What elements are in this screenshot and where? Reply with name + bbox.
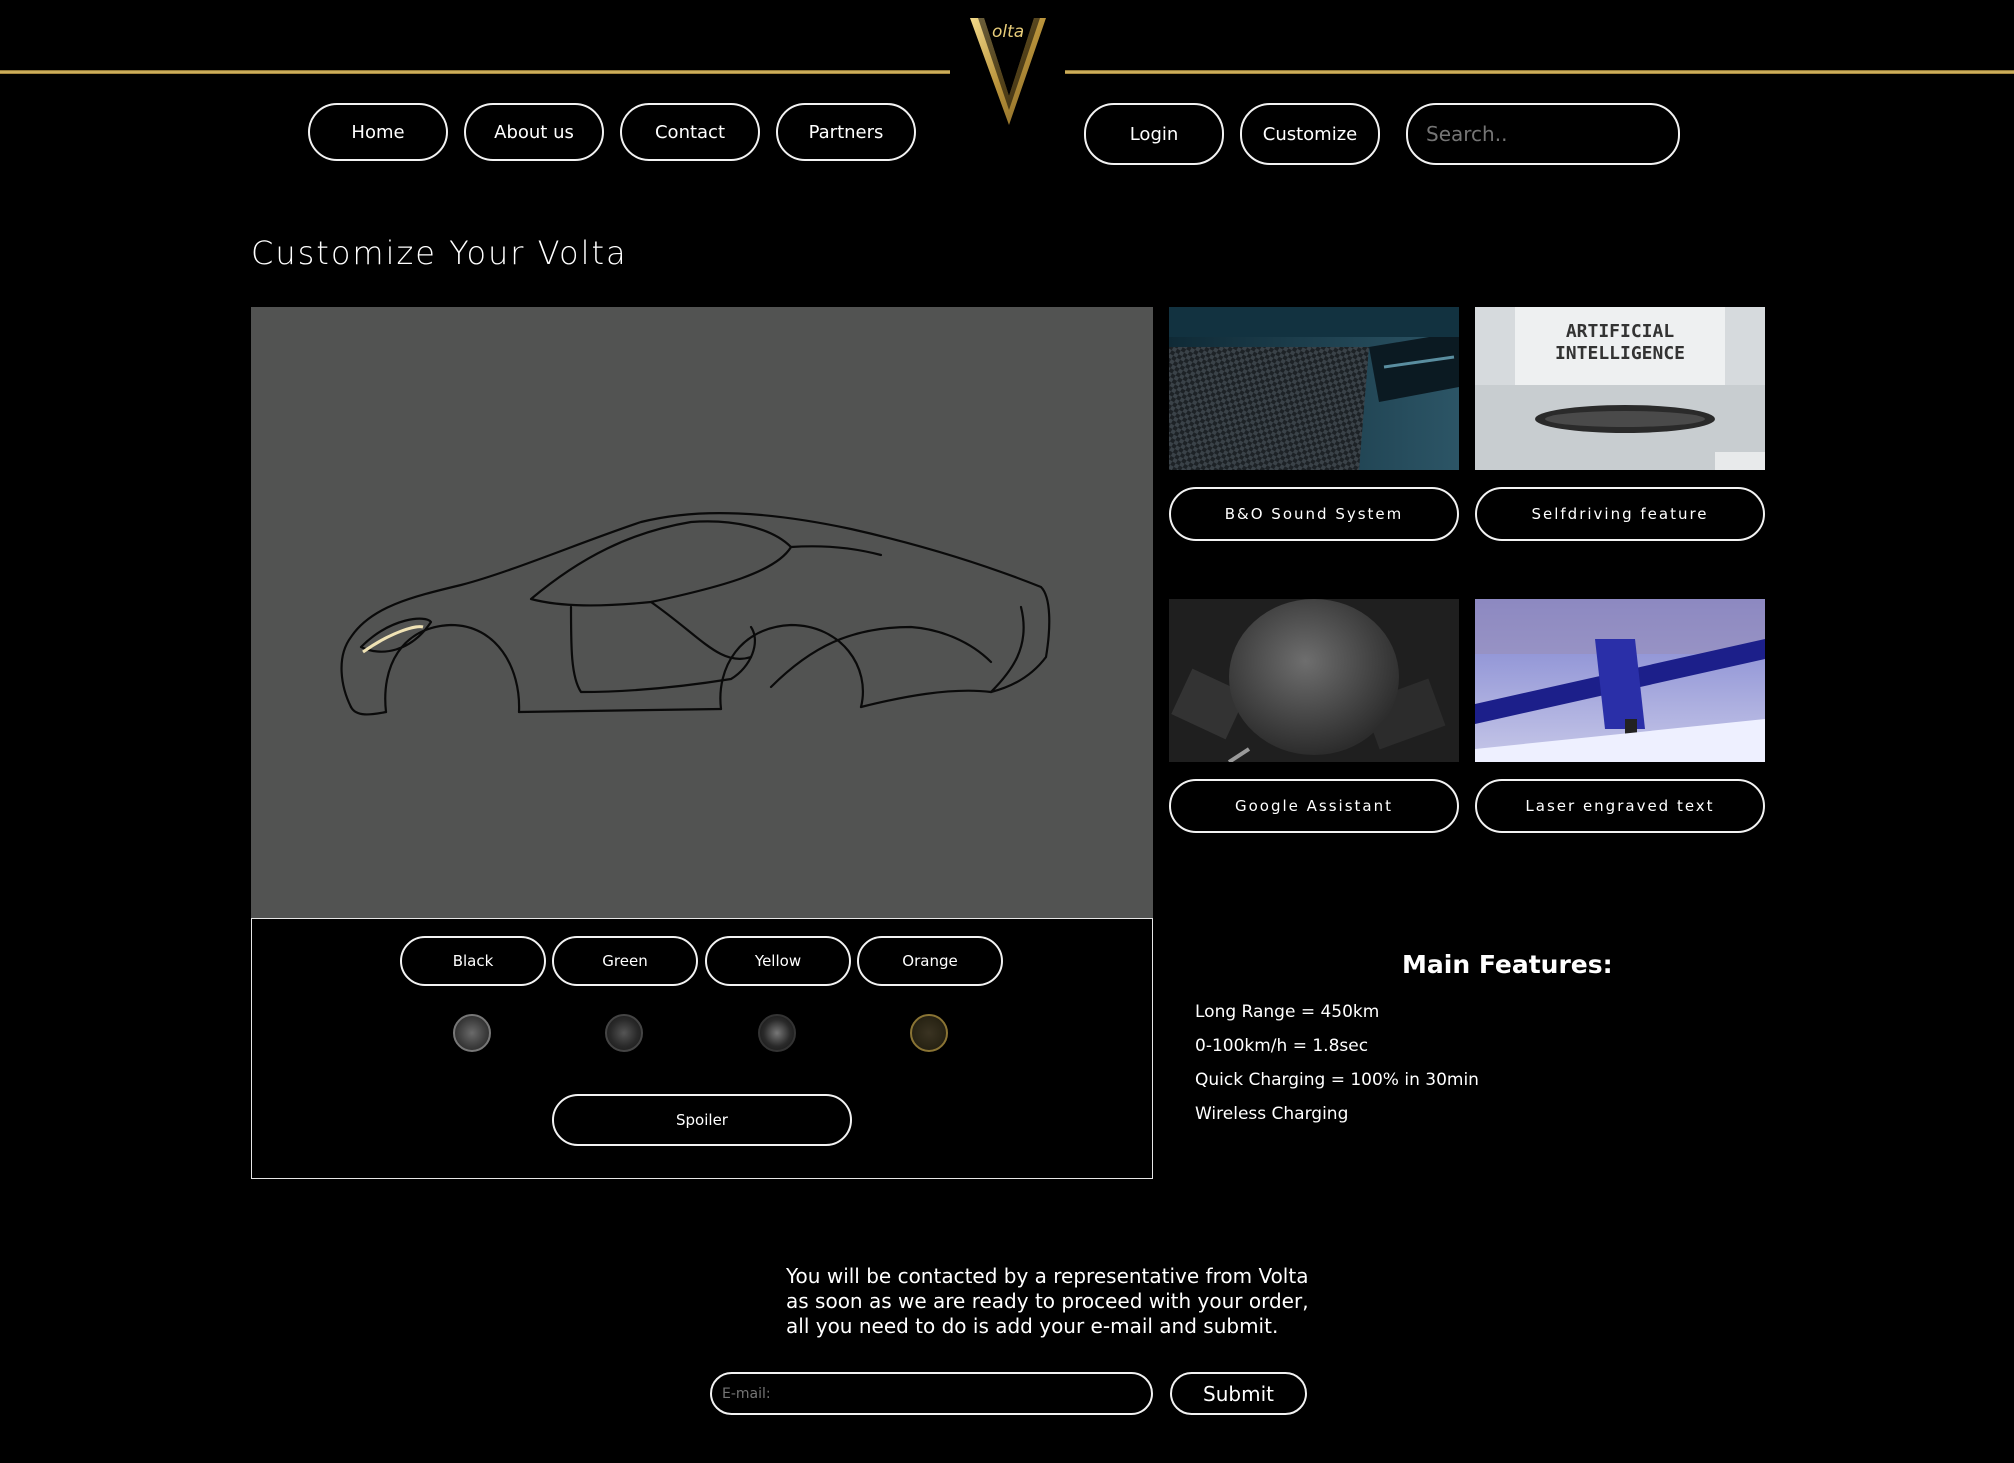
color-black-button[interactable]: Black xyxy=(400,936,546,986)
logo-text: olta xyxy=(992,22,1025,42)
nav-customize-button[interactable]: Customize xyxy=(1240,103,1380,165)
nav-about-button[interactable]: About us xyxy=(464,103,604,161)
main-feature-item: Quick Charging = 100% in 30min xyxy=(1195,1070,1479,1090)
feature-selfdriving-button[interactable]: Selfdriving feature xyxy=(1475,487,1765,541)
volta-logo[interactable]: olta xyxy=(944,10,1074,130)
header-gold-line-left xyxy=(0,70,950,74)
main-feature-item: 0-100km/h = 1.8sec xyxy=(1195,1036,1369,1056)
main-feature-item: Long Range = 450km xyxy=(1195,1002,1380,1022)
feature-image-laser-engraver xyxy=(1475,599,1765,762)
feature-laser-text-button[interactable]: Laser engraved text xyxy=(1475,779,1765,833)
contact-text: You will be contacted by a representativ… xyxy=(786,1264,1346,1339)
feature-image-ai-typewriter: ARTIFICIAL INTELLIGENCE xyxy=(1475,307,1765,470)
car-preview xyxy=(251,307,1153,919)
header-gold-line-right xyxy=(1065,70,2014,74)
contact-text-line: all you need to do is add your e-mail an… xyxy=(786,1314,1279,1338)
page-title: Customize Your Volta xyxy=(251,234,628,272)
contact-text-line: as soon as we are ready to proceed with … xyxy=(786,1289,1309,1313)
color-orange-button[interactable]: Orange xyxy=(857,936,1003,986)
nav-contact-button[interactable]: Contact xyxy=(620,103,760,161)
search-input[interactable] xyxy=(1406,103,1680,165)
rim-option-4-icon[interactable] xyxy=(910,1014,948,1052)
nav-home-button[interactable]: Home xyxy=(308,103,448,161)
ai-image-text-1: ARTIFICIAL xyxy=(1566,321,1675,342)
contact-text-line: You will be contacted by a representativ… xyxy=(786,1264,1309,1288)
rim-option-3-icon[interactable] xyxy=(758,1014,796,1052)
car-outline-icon xyxy=(340,511,1051,716)
spoiler-button[interactable]: Spoiler xyxy=(552,1094,852,1146)
feature-image-google-assistant xyxy=(1169,599,1459,762)
main-feature-item: Wireless Charging xyxy=(1195,1104,1349,1124)
feature-image-sound-system xyxy=(1169,307,1459,470)
feature-google-assistant-button[interactable]: Google Assistant xyxy=(1169,779,1459,833)
rim-option-1-icon[interactable] xyxy=(453,1014,491,1052)
color-green-button[interactable]: Green xyxy=(552,936,698,986)
email-field[interactable] xyxy=(710,1372,1153,1415)
submit-button[interactable]: Submit xyxy=(1170,1372,1307,1415)
color-yellow-button[interactable]: Yellow xyxy=(705,936,851,986)
feature-sound-system-button[interactable]: B&O Sound System xyxy=(1169,487,1459,541)
main-features-title: Main Features: xyxy=(1402,950,1613,979)
nav-login-button[interactable]: Login xyxy=(1084,103,1224,165)
ai-image-text-2: INTELLIGENCE xyxy=(1555,343,1685,364)
rim-option-2-icon[interactable] xyxy=(605,1014,643,1052)
nav-partners-button[interactable]: Partners xyxy=(776,103,916,161)
